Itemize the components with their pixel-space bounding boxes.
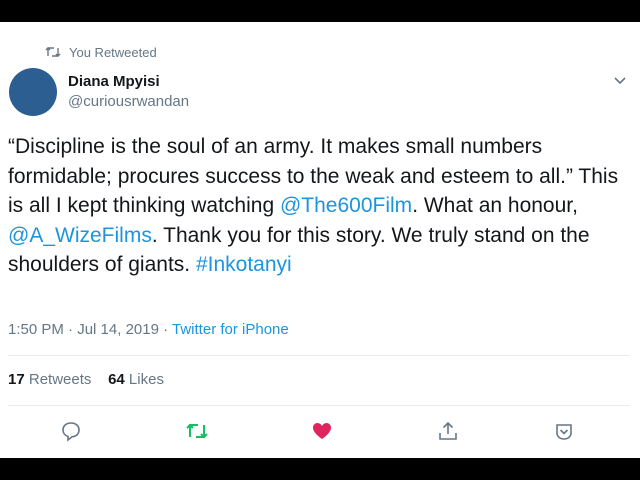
retweet-button[interactable]: [184, 418, 210, 444]
retweets-label: Retweets: [28, 371, 92, 388]
retweets-stat[interactable]: 17 Retweets: [8, 371, 91, 388]
like-button[interactable]: [309, 418, 335, 444]
divider: [8, 405, 630, 406]
share-icon: [439, 421, 457, 440]
heart-icon: [313, 423, 331, 439]
user-info[interactable]: Diana Mpyisi @curiousrwandan: [68, 72, 189, 112]
tweet-meta: 1:50 PM · Jul 14, 2019 · Twitter for iPh…: [8, 320, 289, 340]
divider: [8, 355, 630, 356]
reply-icon: [62, 422, 80, 442]
retweet-icon: [186, 423, 208, 439]
mention-link[interactable]: @A_WizeFilms: [8, 224, 152, 247]
retweet-icon: [45, 45, 61, 59]
tweet-text: “Discipline is the soul of an army. It m…: [8, 132, 628, 280]
likes-label: Likes: [128, 371, 164, 388]
avatar[interactable]: [9, 68, 57, 116]
mention-link[interactable]: @The600Film: [280, 194, 412, 217]
tweet-date[interactable]: Jul 14, 2019: [77, 321, 159, 338]
likes-stat[interactable]: 64 Likes: [108, 371, 164, 388]
tweet-time[interactable]: 1:50 PM: [8, 321, 64, 338]
retweets-count: 17: [8, 371, 25, 388]
chevron-down-icon: [556, 424, 572, 440]
more-button[interactable]: [551, 418, 577, 444]
meta-separator: ·: [158, 321, 173, 338]
retweet-label: You Retweeted: [69, 44, 157, 60]
display-name[interactable]: Diana Mpyisi: [68, 72, 189, 92]
meta-separator: ·: [63, 321, 78, 338]
retweet-context: You Retweeted: [45, 43, 157, 61]
tweet-text-part: . What an honour,: [412, 194, 578, 217]
action-bar: [0, 418, 640, 444]
tweet-source-link[interactable]: Twitter for iPhone: [172, 321, 289, 338]
likes-count: 64: [108, 371, 125, 388]
chevron-down-icon[interactable]: [612, 74, 628, 86]
tweet-card: You Retweeted Diana Mpyisi @curiousrwand…: [0, 22, 640, 458]
reply-button[interactable]: [58, 418, 84, 444]
tweet-stats: 17 Retweets 64 Likes: [8, 370, 164, 390]
share-button[interactable]: [435, 418, 461, 444]
user-handle[interactable]: @curiousrwandan: [68, 92, 189, 112]
hashtag-link[interactable]: #Inkotanyi: [196, 253, 292, 276]
